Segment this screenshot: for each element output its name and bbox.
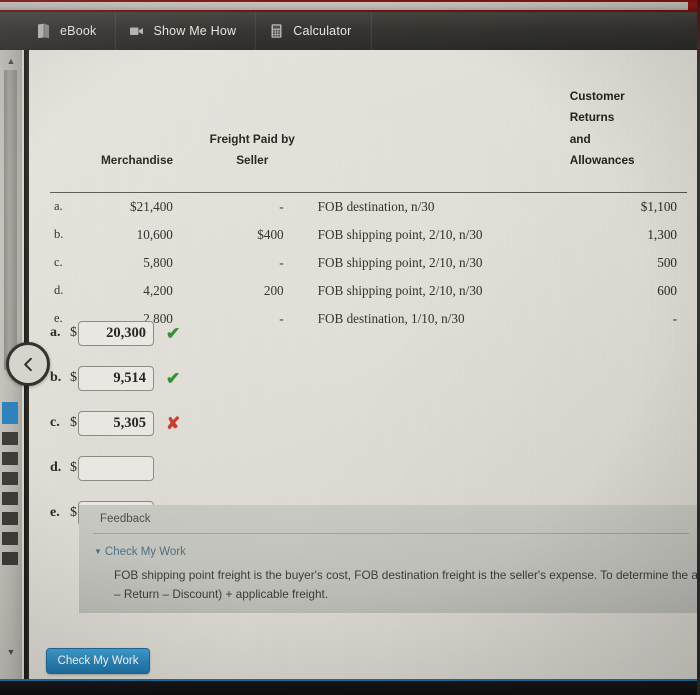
answer-input-b[interactable]: 9,514 xyxy=(78,365,154,391)
answer-input-d[interactable] xyxy=(78,455,154,481)
tab-show-me-how[interactable]: Show Me How xyxy=(115,12,256,50)
table-row: a. $21,400 - FOB destination, n/30 $1,10… xyxy=(50,192,687,221)
returns-header-line3: and xyxy=(569,131,591,146)
currency-symbol: $ xyxy=(70,370,77,385)
sidebar-block-1 xyxy=(2,432,18,445)
row-terms: FOB shipping point, 2/10, n/30 xyxy=(317,282,483,298)
row-freight: - xyxy=(279,198,284,214)
calculator-icon xyxy=(269,23,284,39)
table-header-freight: Freight Paid by Seller xyxy=(195,86,310,179)
answer-letter: d. xyxy=(50,460,62,475)
table-header-terms xyxy=(310,86,570,179)
tab-ebook-label: eBook xyxy=(60,24,97,38)
check-my-work-button[interactable]: Check My Work xyxy=(46,648,150,674)
tab-calculator[interactable]: Calculator xyxy=(255,12,371,50)
row-freight: - xyxy=(279,254,284,270)
row-letter: b. xyxy=(54,227,64,242)
tabbar-left-pad xyxy=(0,12,22,50)
row-letter: c. xyxy=(54,255,63,270)
row-letter: d. xyxy=(54,283,64,298)
currency-symbol: $ xyxy=(70,415,77,430)
answer-letter: e. xyxy=(50,505,60,520)
tab-ebook[interactable]: eBook xyxy=(22,12,116,50)
feedback-body-line1: FOB shipping point freight is the buyer'… xyxy=(114,568,700,582)
row-terms: FOB shipping point, 2/10, n/30 xyxy=(317,226,483,242)
answer-letter: c. xyxy=(50,415,60,430)
answer-row-c: c. $ 5,305 ✘ xyxy=(50,408,350,438)
row-merchandise: 10,600 xyxy=(136,226,173,242)
correct-check-icon: ✔ xyxy=(166,323,181,343)
problem-table-body: a. $21,400 - FOB destination, n/30 $1,10… xyxy=(50,192,687,333)
tab-show-me-how-label: Show Me How xyxy=(153,24,237,38)
freight-header-line2: Seller xyxy=(236,153,269,168)
tab-calculator-label: Calculator xyxy=(293,24,352,38)
table-row: d. 4,200 200 FOB shipping point, 2/10, n… xyxy=(50,277,687,305)
tool-tabbar: eBook Show Me How Calculator xyxy=(0,12,700,50)
returns-header-line1: Customer xyxy=(569,89,625,103)
answer-letter: a. xyxy=(50,325,61,340)
scrollbar-thumb[interactable] xyxy=(4,70,17,370)
screen-photo: eBook Show Me How Calculator ▲ ▼ Merchan… xyxy=(0,0,700,695)
feedback-body: FOB shipping point freight is the buyer'… xyxy=(114,566,700,604)
sidebar-block-5 xyxy=(2,512,18,525)
answer-row-d: d. $ xyxy=(50,453,350,483)
row-returns: 500 xyxy=(657,254,677,270)
table-header-returns: Customer Returns and Allowances xyxy=(570,86,687,179)
row-merchandise: 4,200 xyxy=(143,282,173,298)
main-content-panel: Merchandise Freight Paid by Seller Custo… xyxy=(29,50,700,680)
row-merchandise: 5,800 xyxy=(143,254,173,270)
freight-header-line1: Freight Paid by xyxy=(209,131,295,146)
answer-input-c[interactable]: 5,305 xyxy=(78,410,154,436)
sidebar-block-4 xyxy=(2,492,18,505)
table-row: b. 10,600 $400 FOB shipping point, 2/10,… xyxy=(50,221,687,249)
currency-symbol: $ xyxy=(70,325,77,340)
bottom-bezel xyxy=(0,681,700,695)
video-icon xyxy=(129,23,144,39)
top-gray-strip xyxy=(0,2,688,10)
table-header-merchandise: Merchandise xyxy=(100,153,174,168)
answer-letter: b. xyxy=(50,370,62,385)
incorrect-x-icon: ✘ xyxy=(166,413,181,433)
answer-row-b: b. $ 9,514 ✔ xyxy=(50,363,350,393)
scroll-up-arrow[interactable]: ▲ xyxy=(4,54,18,67)
row-returns: 600 xyxy=(657,282,677,298)
row-merchandise: $21,400 xyxy=(130,198,173,214)
back-nav-button[interactable] xyxy=(6,342,50,386)
feedback-divider xyxy=(93,533,689,534)
correct-check-icon: ✔ xyxy=(166,368,181,388)
problem-table: Merchandise Freight Paid by Seller Custo… xyxy=(50,86,687,333)
returns-header-line2: Returns xyxy=(569,110,615,125)
row-returns: $1,100 xyxy=(640,198,677,214)
table-header-spacer xyxy=(50,86,79,179)
sidebar-block-6 xyxy=(2,532,18,545)
row-freight: $400 xyxy=(257,226,284,242)
chevron-down-icon: ▼ xyxy=(94,547,102,556)
table-row: c. 5,800 - FOB shipping point, 2/10, n/3… xyxy=(50,249,687,277)
feedback-body-line2: – Return – Discount) + applicable freigh… xyxy=(114,587,329,602)
currency-symbol: $ xyxy=(70,505,77,520)
scroll-down-arrow[interactable]: ▼ xyxy=(4,645,18,658)
sidebar-block-7 xyxy=(2,552,18,565)
table-header-rule xyxy=(50,178,687,193)
row-terms: FOB shipping point, 2/10, n/30 xyxy=(317,254,483,270)
chevron-left-icon xyxy=(19,355,38,374)
sidebar-block-2 xyxy=(2,452,18,465)
row-freight: 200 xyxy=(263,282,284,298)
returns-header-line4: Allowances xyxy=(569,153,635,168)
check-my-work-toggle-label: Check My Work xyxy=(104,546,186,558)
check-my-work-toggle[interactable]: ▼ Check My Work xyxy=(94,546,186,558)
feedback-panel: Feedback ▼ Check My Work FOB shipping po… xyxy=(79,505,700,613)
row-letter: a. xyxy=(54,199,63,214)
book-icon xyxy=(36,23,51,39)
answer-row-a: a. $ 20,300 ✔ xyxy=(50,318,350,348)
feedback-title: Feedback xyxy=(100,513,151,525)
currency-symbol: $ xyxy=(70,460,77,475)
row-returns: 1,300 xyxy=(647,226,677,242)
row-terms: FOB destination, n/30 xyxy=(317,198,435,214)
sidebar-highlight-item[interactable] xyxy=(2,402,18,424)
row-returns: - xyxy=(672,310,677,326)
answer-input-a[interactable]: 20,300 xyxy=(78,320,154,346)
sidebar-block-3 xyxy=(2,472,18,485)
